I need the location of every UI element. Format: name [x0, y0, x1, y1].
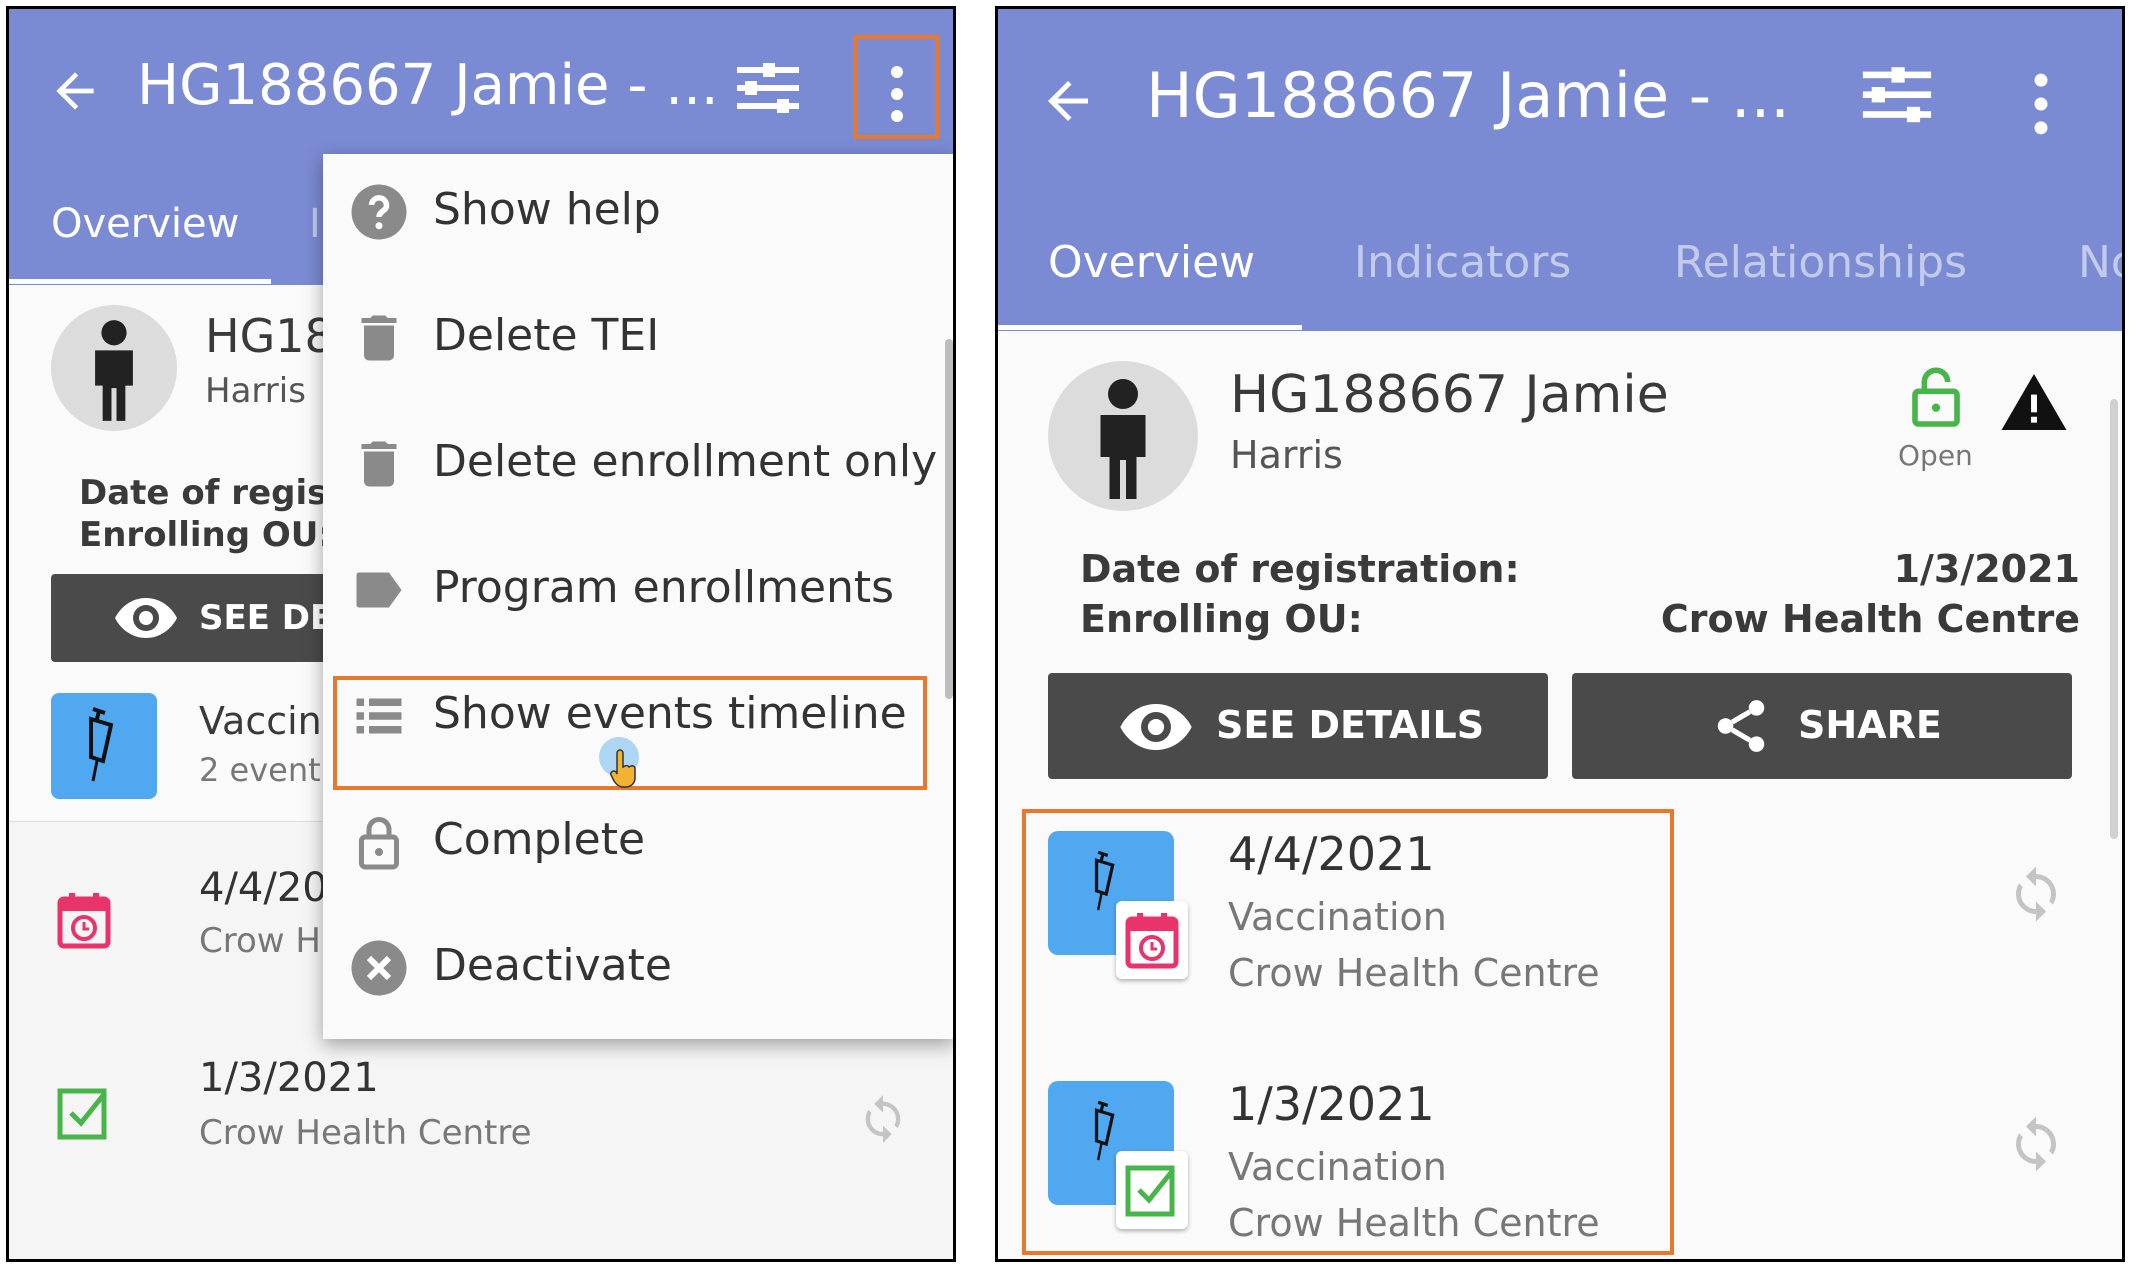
tab-overview[interactable]: Overview: [51, 201, 239, 247]
tei-surname: Harris: [205, 371, 306, 411]
help-icon: [351, 184, 407, 240]
event-date: 1/3/2021: [199, 1055, 379, 1101]
share-label: SHARE: [1798, 703, 1942, 747]
back-arrow-icon[interactable]: [1038, 71, 1098, 131]
menu-item-delete-tei[interactable]: Delete TEI: [323, 282, 953, 392]
eye-icon: [1120, 703, 1192, 751]
share-icon: [1717, 700, 1765, 752]
app-title: HG188667 Jamie - ...: [1146, 59, 1791, 132]
label-enrolling-ou: Enrolling OU:: [1080, 597, 1363, 641]
tab-indicator-line: [9, 279, 271, 284]
highlight-events-timeline: [1022, 809, 1674, 1255]
scrollbar[interactable]: [2110, 399, 2118, 839]
see-details-button[interactable]: SEE DETAILS: [1048, 673, 1548, 779]
menu-item-label: Program enrollments: [433, 562, 895, 613]
cancel-circle-icon: [351, 940, 407, 996]
see-details-label: SEE DETAILS: [1216, 703, 1485, 747]
event-org: Crow Health Centre: [199, 1113, 532, 1153]
tab-indicator-line: [998, 325, 1302, 330]
trash-icon: [361, 441, 397, 487]
label-enrolling-ou: Enrolling OU:: [79, 515, 333, 555]
label-tag-icon: [356, 572, 402, 608]
trash-icon: [361, 315, 397, 361]
unlocked-icon: [1912, 367, 1960, 427]
tei-name: HG188667 Jamie: [1230, 365, 1669, 425]
lock-icon: [359, 817, 399, 870]
filter-icon[interactable]: [1858, 65, 1936, 131]
stage-name: Vaccin: [199, 699, 322, 743]
hand-cursor-icon: [610, 749, 636, 788]
menu-item-label: Show help: [433, 184, 661, 235]
completed-check-icon: [57, 1088, 107, 1140]
event-date: 4/4/20: [199, 865, 328, 911]
warning-icon: [2001, 373, 2067, 431]
menu-item-label: Complete: [433, 814, 646, 865]
menu-item-label: Delete TEI: [433, 310, 660, 361]
tab-overview[interactable]: Overview: [1048, 237, 1255, 288]
menu-item-show-help[interactable]: Show help: [323, 156, 953, 266]
right-screen: HG188667 Jamie - ... Overview Indicators…: [995, 6, 2125, 1262]
sync-icon[interactable]: [2006, 859, 2066, 929]
see-details-label: SEE DE: [199, 598, 334, 638]
app-title: HG188667 Jamie - ...: [137, 53, 719, 118]
left-screen: HG188667 Jamie - ... Overview I HG18 Har…: [6, 6, 956, 1262]
tei-name: HG18: [205, 309, 334, 363]
eye-icon: [115, 598, 177, 638]
app-bar: HG188667 Jamie - ... Overview Indicators…: [998, 9, 2122, 331]
value-date-of-registration: 1/3/2021: [1893, 547, 2080, 591]
menu-item-label: Delete enrollment only: [433, 436, 938, 487]
tei-surname: Harris: [1230, 433, 1343, 477]
sync-icon[interactable]: [857, 1089, 909, 1149]
label-date-of-registration: Date of registr: [79, 473, 361, 513]
overflow-menu: Show help Delete TEI Delete enrollment o…: [323, 154, 953, 1039]
more-vert-icon: [2034, 73, 2048, 135]
tab-notes[interactable]: No: [2078, 237, 2122, 288]
menu-scrollbar[interactable]: [945, 339, 953, 699]
menu-item-deactivate[interactable]: Deactivate: [323, 912, 953, 1022]
more-options-button[interactable]: [2028, 71, 2054, 137]
label-date-of-registration: Date of registration:: [1080, 547, 1520, 591]
tab-relationships[interactable]: Relationships: [1674, 237, 1967, 288]
person-icon: [1100, 379, 1146, 499]
menu-item-label: Deactivate: [433, 940, 672, 991]
avatar: [51, 305, 177, 431]
share-button[interactable]: SHARE: [1572, 673, 2072, 779]
avatar: [1048, 361, 1198, 511]
tab-indicators[interactable]: Indicators: [1354, 237, 1571, 288]
stage-event-count: 2 event: [199, 751, 321, 789]
value-enrolling-ou: Crow Health Centre: [1660, 597, 2080, 641]
menu-item-delete-enrollment[interactable]: Delete enrollment only: [323, 408, 953, 518]
highlight-more-button: [853, 35, 939, 139]
menu-item-program-enrollments[interactable]: Program enrollments: [323, 534, 953, 644]
see-details-button[interactable]: SEE DE: [51, 574, 351, 662]
overdue-calendar-icon: [57, 893, 111, 949]
stage-icon: [51, 693, 157, 799]
filter-icon[interactable]: [733, 61, 803, 121]
back-arrow-icon[interactable]: [47, 63, 103, 119]
tab-indicators[interactable]: I: [309, 201, 321, 247]
menu-item-complete[interactable]: Complete: [323, 786, 953, 896]
event-org: Crow H: [199, 921, 321, 961]
person-icon: [95, 320, 133, 421]
enrollment-status: Open: [1898, 439, 1973, 472]
syringe-icon: [89, 707, 114, 782]
sync-icon[interactable]: [2006, 1109, 2066, 1179]
